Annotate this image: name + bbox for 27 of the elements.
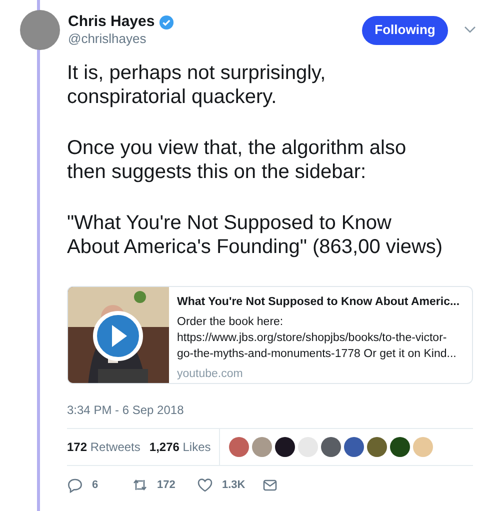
liker-avatar[interactable] (390, 437, 410, 457)
link-description: Order the book here: https://www.jbs.org/store/shopjbs/books/to-the-victor-go-the-myths-and-monuments-1778 Or get it on Kind... (177, 315, 458, 362)
action-count: 6 (92, 478, 98, 493)
liker-avatar[interactable] (344, 437, 364, 457)
author-name[interactable]: Chris Hayes (68, 13, 155, 31)
envelope-icon[interactable] (262, 477, 278, 493)
liker-avatar[interactable] (320, 437, 341, 457)
stat-link[interactable]: 172 Retweets (67, 438, 140, 456)
tweet-text: Once you view that, the algorithm also then suggests this on the sidebar: (67, 136, 408, 184)
heart-icon[interactable] (197, 477, 213, 493)
author-handle[interactable]: @chrislhayes (68, 31, 362, 47)
avatar (20, 10, 60, 50)
liker-avatar[interactable] (274, 437, 295, 457)
action-count: 1.3K (222, 478, 246, 493)
tweet-text: "What You're Not Supposed to Know About America's Founding" (863,00 views) (67, 211, 444, 259)
tweet-text: It is, perhaps not surprisingly, conspiratorial quackery. (67, 61, 327, 109)
retweet-icon[interactable] (132, 477, 148, 493)
following-button[interactable]: Following (362, 16, 448, 44)
link-card[interactable]: What You're Not Supposed to Know About Americ... Order the book here: https://www.jbs.org/store/shopjbs/books/to-the-victor-go-the-myths-and-monuments-1778 Or get it on Kind... youtube.com (67, 286, 473, 384)
reply-icon[interactable] (67, 477, 83, 493)
action-count: 172 (157, 478, 176, 493)
caret-icon[interactable] (464, 26, 476, 34)
timestamp[interactable]: 3:34 PM - 6 Sep 2018 (67, 401, 477, 419)
link-domain: youtube.com (177, 367, 244, 382)
liker-avatar[interactable] (366, 437, 387, 457)
link-title: What You're Not Supposed to Know About Americ... (177, 295, 460, 310)
stat-link[interactable]: 1,276 Likes (149, 438, 211, 456)
